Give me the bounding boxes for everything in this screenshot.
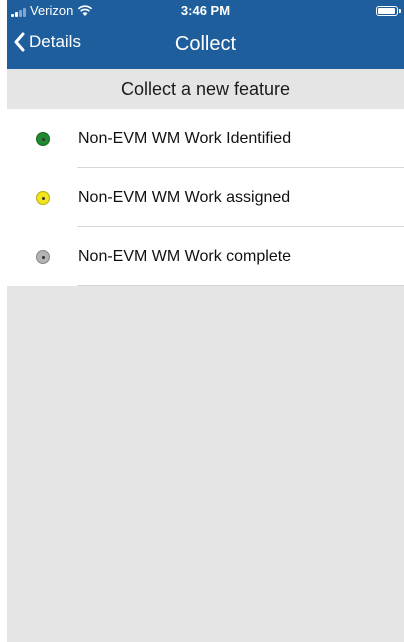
- list-item-label: Non-EVM WM Work Identified: [78, 129, 292, 147]
- navigation-bar: Details Collect: [7, 22, 404, 69]
- battery-icon: [376, 6, 398, 16]
- battery-tip: [399, 9, 401, 13]
- list-item[interactable]: Non-EVM WM Work complete: [7, 227, 404, 286]
- page-title: Collect: [174, 33, 237, 55]
- list-item-label: Non-EVM WM Work assigned: [78, 188, 291, 206]
- battery-level: [378, 8, 396, 14]
- divider: [77, 285, 404, 286]
- yellow-dot-icon: [36, 190, 50, 205]
- section-header: Collect a new feature: [7, 69, 404, 109]
- feature-list: Non-EVM WM Work Identified Non-EVM WM Wo…: [7, 109, 404, 286]
- collect-screen: Verizon 3:46 PM Details Collect Collect …: [0, 0, 404, 642]
- status-time: 3:46 PM: [180, 3, 231, 18]
- status-bar: Verizon 3:46 PM: [7, 0, 404, 22]
- top-bar: Verizon 3:46 PM Details Collect: [7, 0, 404, 69]
- green-dot-icon: [36, 131, 50, 146]
- list-item-label: Non-EVM WM Work complete: [78, 247, 292, 265]
- list-item[interactable]: Non-EVM WM Work Identified: [7, 109, 404, 168]
- gray-dot-icon: [36, 249, 50, 264]
- list-item[interactable]: Non-EVM WM Work assigned: [7, 168, 404, 227]
